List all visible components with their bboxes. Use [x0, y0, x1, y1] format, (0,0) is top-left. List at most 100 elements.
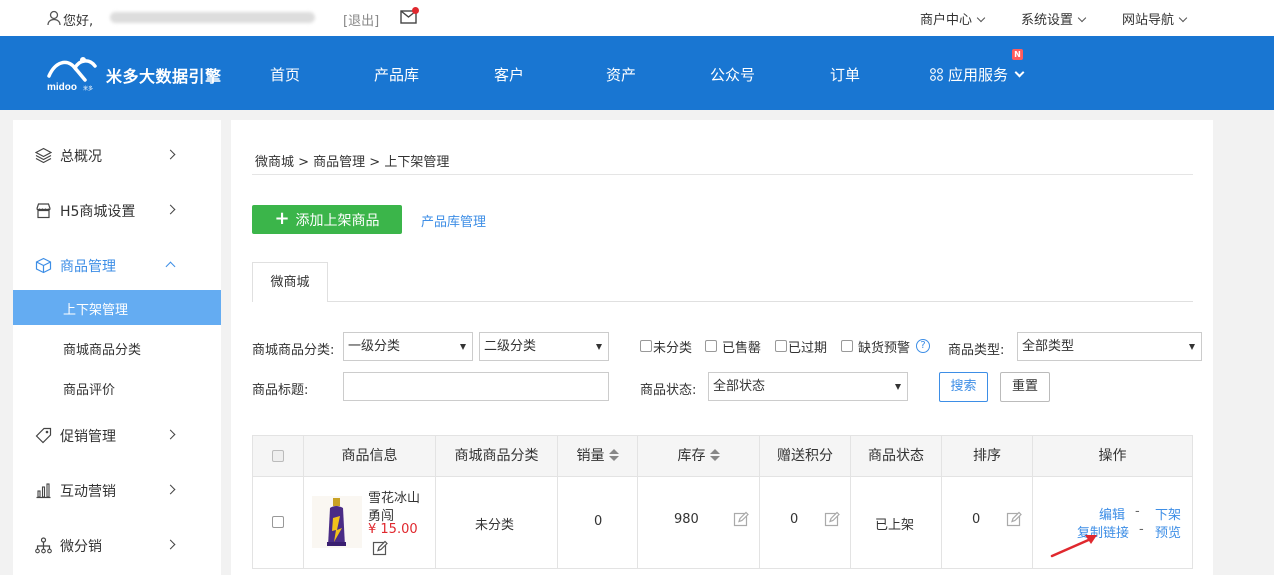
nav-assets[interactable]: 资产 [606, 64, 636, 85]
edit-link[interactable]: 编辑 [1099, 504, 1125, 523]
product-status-select[interactable]: 全部状态 [708, 372, 908, 401]
product-title-input[interactable] [343, 372, 609, 401]
nav-official-account[interactable]: 公众号 [710, 64, 755, 85]
sort-icon [608, 449, 619, 461]
site-nav-menu[interactable]: 网站导航 [1122, 9, 1188, 28]
offshelf-link[interactable]: 下架 [1155, 504, 1181, 523]
chevron-right-icon [165, 149, 176, 160]
system-settings-menu[interactable]: 系统设置 [1021, 9, 1087, 28]
chevron-right-icon [165, 204, 176, 215]
brand-name: 米多大数据引擎 [106, 67, 222, 86]
stock-value: 980 [674, 512, 699, 527]
sidebar-item-overview[interactable]: 总概况 [13, 135, 221, 175]
tab-micro-shop[interactable]: 微商城 [252, 262, 328, 302]
sidebar-subitem-product-reviews[interactable]: 商品评价 [13, 370, 221, 405]
merchant-center-menu[interactable]: 商户中心 [920, 9, 986, 28]
edit-icon[interactable] [1006, 511, 1022, 527]
expired-checkbox[interactable] [775, 340, 787, 352]
col-bonus-points: 赠送积分 [760, 436, 851, 476]
notification-dot [412, 7, 419, 14]
sidebar-item-label: 互动营销 [60, 484, 116, 500]
category-cell: 未分类 [436, 477, 558, 568]
uncategorized-checkbox[interactable] [640, 340, 652, 352]
select-all-checkbox[interactable] [272, 450, 284, 462]
caret-down-icon [596, 344, 602, 350]
product-type-select[interactable]: 全部类型 [1017, 332, 1202, 361]
low-stock-checkbox[interactable] [841, 340, 853, 352]
chevron-down-icon [1014, 67, 1025, 78]
chevron-right-icon [165, 539, 176, 550]
bar-chart-icon [36, 483, 51, 499]
shop-icon [36, 203, 51, 219]
edit-icon[interactable] [733, 511, 749, 527]
sidebar-item-promotion[interactable]: 促销管理 [13, 415, 221, 455]
add-listing-button[interactable]: + 添加上架商品 [252, 205, 402, 234]
sort-cell: 0 [942, 477, 1033, 568]
logout-link[interactable]: [退出] [343, 10, 379, 29]
sold-out-label: 已售罄 [722, 341, 762, 356]
separator: - [1135, 504, 1140, 519]
sidebar-item-micro-distribution[interactable]: 微分销 [13, 525, 221, 565]
status-filter-label: 商品状态: [640, 383, 697, 398]
midoo-logo[interactable]: midoo 米多 [45, 54, 101, 94]
operations-cell: 编辑 - 下架 复制链接 - 预览 [1033, 477, 1192, 568]
sidebar-item-product-management[interactable]: 商品管理 [13, 245, 221, 285]
product-type-label: 商品类型: [948, 343, 1005, 358]
red-arrow-annotation [1050, 535, 1097, 558]
col-sort-order: 排序 [942, 436, 1033, 476]
status-cell: 已上架 [851, 477, 942, 568]
grid-icon [930, 68, 943, 81]
sidebar-subitem-shop-category[interactable]: 商城商品分类 [13, 330, 221, 365]
product-thumbnail[interactable] [312, 496, 362, 548]
col-stock[interactable]: 库存 [638, 436, 760, 476]
edit-icon[interactable] [372, 540, 388, 556]
top-bar: 您好, [退出] 商户中心 系统设置 网站导航 [0, 0, 1274, 36]
main-nav: midoo 米多 米多大数据引擎 首页 产品库 客户 资产 公众号 订单 应用服… [0, 36, 1274, 110]
nav-product-library[interactable]: 产品库 [374, 64, 419, 85]
table-row: 雪花冰山 勇闯 ¥ 15.00 未分类 0 980 0 已上架 0 编辑 - 下… [252, 477, 1193, 569]
low-stock-label: 缺货预警 [858, 341, 911, 356]
sidebar-item-label: 促销管理 [60, 429, 116, 445]
plus-icon: + [274, 208, 290, 229]
nav-home[interactable]: 首页 [270, 64, 300, 85]
chevron-up-icon [165, 261, 176, 272]
col-operations: 操作 [1098, 448, 1127, 464]
sidebar-item-label: H5商城设置 [60, 204, 136, 220]
sidebar: 总概况 H5商城设置 商品管理 上下架管理 商城商品分类 商品评价 促销管理 互… [13, 120, 221, 575]
stock-cell: 980 [638, 477, 760, 568]
preview-link[interactable]: 预览 [1155, 522, 1181, 541]
sidebar-subitem-shelf-management[interactable]: 上下架管理 [13, 290, 221, 325]
sidebar-item-interactive-marketing[interactable]: 互动营销 [13, 470, 221, 510]
chevron-down-icon [1178, 13, 1188, 23]
box-icon [35, 257, 52, 274]
sidebar-item-h5-shop-settings[interactable]: H5商城设置 [13, 190, 221, 230]
help-icon[interactable]: ? [916, 339, 930, 353]
edit-icon[interactable] [824, 511, 840, 527]
sales-cell: 0 [558, 477, 638, 568]
greeting-text: 您好, [63, 14, 94, 29]
status-value: 已上架 [875, 518, 915, 533]
product-price: ¥ 15.00 [368, 522, 418, 537]
sidebar-item-label: 商品管理 [60, 259, 116, 275]
sold-out-checkbox[interactable] [705, 340, 717, 352]
tab-divider [328, 301, 1193, 302]
col-shop-category: 商城商品分类 [436, 436, 558, 476]
org-tree-icon [35, 537, 52, 554]
row-checkbox[interactable] [272, 516, 284, 528]
search-button[interactable]: 搜索 [939, 372, 988, 402]
layers-icon [35, 147, 52, 164]
col-sales[interactable]: 销量 [558, 436, 638, 476]
nav-customers[interactable]: 客户 [494, 64, 524, 85]
nav-app-services[interactable]: 应用服务 [930, 64, 1025, 85]
sales-value: 0 [594, 514, 603, 529]
category-value: 未分类 [475, 518, 515, 533]
nav-orders[interactable]: 订单 [830, 64, 860, 85]
reset-button[interactable]: 重置 [1000, 372, 1050, 402]
level1-category-select[interactable]: 一级分类 [343, 332, 473, 361]
user-icon [47, 10, 61, 26]
chevron-down-icon [976, 13, 986, 23]
product-info-cell: 雪花冰山 勇闯 ¥ 15.00 [304, 477, 436, 568]
product-library-link[interactable]: 产品库管理 [421, 211, 486, 230]
level2-category-select[interactable]: 二级分类 [479, 332, 609, 361]
svg-text:米多: 米多 [83, 85, 93, 92]
